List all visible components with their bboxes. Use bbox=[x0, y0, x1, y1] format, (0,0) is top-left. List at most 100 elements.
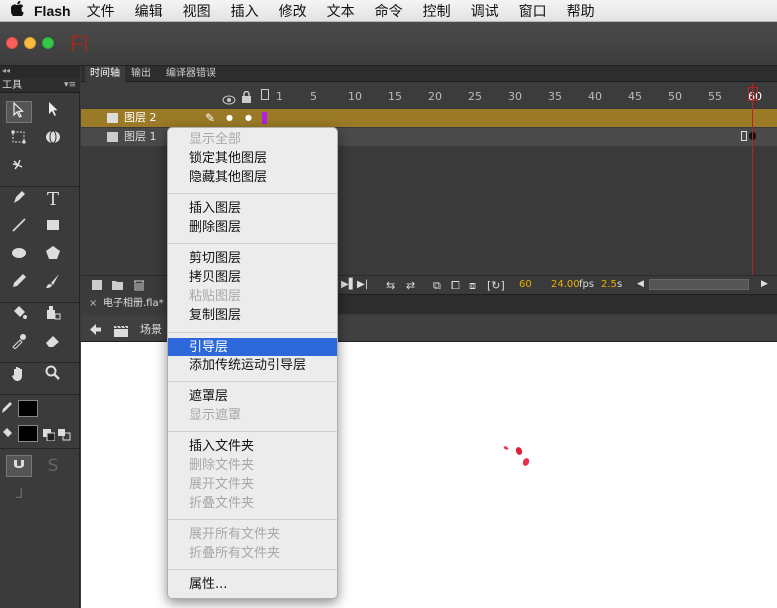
eraser-tool-icon[interactable] bbox=[40, 333, 66, 355]
new-folder-icon[interactable] bbox=[111, 279, 124, 294]
zoom-window-button[interactable] bbox=[42, 37, 54, 49]
menu-item-show-masking[interactable]: 显示遮罩 bbox=[189, 406, 241, 425]
black-white-icon[interactable] bbox=[43, 426, 56, 442]
back-arrow-icon[interactable] bbox=[89, 321, 102, 340]
elapsed-time-value[interactable]: 2.5 bbox=[601, 279, 617, 290]
scene-label[interactable]: 场景 bbox=[140, 321, 162, 337]
scroll-right-icon[interactable]: ▶ bbox=[761, 279, 768, 289]
document-tab[interactable]: × 电子相册.fla* bbox=[81, 294, 168, 314]
menu-item-show-all[interactable]: 显示全部 bbox=[189, 130, 241, 149]
menu-window[interactable]: 窗口 bbox=[519, 1, 547, 21]
menu-item-insert-folder[interactable]: 插入文件夹 bbox=[189, 437, 254, 456]
minimize-window-button[interactable] bbox=[24, 37, 36, 49]
tab-output[interactable]: 输出 bbox=[126, 66, 156, 82]
playhead[interactable] bbox=[752, 83, 753, 278]
layer-name[interactable]: 图层 2 bbox=[124, 109, 157, 127]
menu-item-delete-layer[interactable]: 删除图层 bbox=[189, 218, 241, 237]
layer-row-2[interactable]: 图层 2 ✎ ● ● bbox=[81, 109, 777, 127]
panel-menu-icon[interactable]: ▾≡ bbox=[64, 78, 76, 93]
tools-panel-grip[interactable]: ◂◂ bbox=[0, 66, 80, 78]
menu-item-insert-layer[interactable]: 插入图层 bbox=[189, 199, 241, 218]
menu-item-collapse-folder[interactable]: 折叠文件夹 bbox=[189, 494, 254, 513]
eyedropper-tool-icon[interactable] bbox=[6, 333, 32, 355]
fps-value[interactable]: 24.00 bbox=[551, 279, 580, 290]
polystar-tool-icon[interactable] bbox=[40, 245, 66, 267]
oval-tool-icon[interactable] bbox=[6, 245, 32, 267]
menu-item-mask[interactable]: 遮罩层 bbox=[189, 387, 228, 406]
zoom-tool-icon[interactable] bbox=[40, 365, 66, 387]
layer-name[interactable]: 图层 1 bbox=[124, 128, 157, 146]
app-name-menu[interactable]: Flash bbox=[34, 3, 71, 19]
apple-menu-icon[interactable] bbox=[0, 0, 34, 20]
menu-item-duplicate-layers[interactable]: 复制图层 bbox=[189, 306, 241, 325]
subselection-tool-icon[interactable] bbox=[40, 101, 66, 123]
menu-item-cut-layers[interactable]: 剪切图层 bbox=[189, 249, 241, 268]
visibility-dot-icon[interactable]: ● bbox=[226, 109, 233, 127]
close-window-button[interactable] bbox=[6, 37, 18, 49]
line-tool-icon[interactable] bbox=[6, 217, 32, 239]
menu-item-guide[interactable]: 引导层 bbox=[189, 338, 228, 357]
keyframe-marker[interactable] bbox=[741, 131, 747, 141]
edit-multiple-frames-icon[interactable]: ⧈ bbox=[469, 279, 476, 293]
play-icon[interactable]: ▶▌ bbox=[341, 279, 356, 290]
straighten-icon[interactable]: ᒧ bbox=[6, 483, 32, 505]
center-frame-icon[interactable]: ⇆ bbox=[386, 279, 395, 292]
menu-item-paste-layers[interactable]: 粘贴图层 bbox=[189, 287, 241, 306]
text-tool-icon[interactable]: T bbox=[40, 189, 66, 211]
smooth-icon[interactable]: S bbox=[40, 455, 66, 477]
fill-color-swatch[interactable] bbox=[18, 425, 38, 442]
menu-text[interactable]: 文本 bbox=[327, 1, 355, 21]
pencil-tool-icon[interactable] bbox=[6, 273, 32, 295]
menu-view[interactable]: 视图 bbox=[183, 1, 211, 21]
onion-skin-icon[interactable]: ⧉ bbox=[433, 279, 441, 293]
menu-item-expand-all-folders[interactable]: 展开所有文件夹 bbox=[189, 525, 280, 544]
menu-control[interactable]: 控制 bbox=[423, 1, 451, 21]
new-layer-icon[interactable] bbox=[91, 279, 103, 294]
timeline-scrollbar[interactable] bbox=[649, 279, 749, 290]
menu-item-add-motion-guide[interactable]: 添加传统运动引导层 bbox=[189, 356, 306, 375]
stroke-color-swatch[interactable] bbox=[18, 400, 38, 417]
menu-modify[interactable]: 修改 bbox=[279, 1, 307, 21]
menu-insert[interactable]: 插入 bbox=[231, 1, 259, 21]
rectangle-tool-icon[interactable] bbox=[40, 217, 66, 239]
current-frame-value[interactable]: 60 bbox=[519, 279, 532, 290]
loop-icon[interactable]: ⇄ bbox=[406, 279, 415, 292]
tab-timeline[interactable]: 时间轴 bbox=[85, 66, 125, 82]
tab-compiler-errors[interactable]: 编译器错误 bbox=[161, 66, 221, 82]
lasso-tool-icon[interactable] bbox=[6, 157, 32, 179]
close-tab-icon[interactable]: × bbox=[89, 294, 97, 314]
menu-file[interactable]: 文件 bbox=[87, 1, 115, 21]
menu-item-expand-folder[interactable]: 展开文件夹 bbox=[189, 475, 254, 494]
ink-bottle-tool-icon[interactable] bbox=[40, 305, 66, 327]
3d-rotation-tool-icon[interactable] bbox=[40, 129, 66, 151]
free-transform-tool-icon[interactable] bbox=[6, 129, 32, 151]
swap-colors-icon[interactable] bbox=[58, 426, 72, 441]
collapse-icon[interactable]: ◂◂ bbox=[2, 66, 10, 75]
menu-item-copy-layers[interactable]: 拷贝图层 bbox=[189, 268, 241, 287]
modify-markers-icon[interactable]: [↻] bbox=[487, 279, 505, 292]
lock-dot-icon[interactable]: ● bbox=[245, 109, 252, 127]
selection-tool-icon[interactable] bbox=[6, 101, 32, 123]
menu-edit[interactable]: 编辑 bbox=[135, 1, 163, 21]
menu-item-lock-others[interactable]: 锁定其他图层 bbox=[189, 149, 267, 168]
menu-commands[interactable]: 命令 bbox=[375, 1, 403, 21]
brush-tool-icon[interactable] bbox=[40, 273, 66, 295]
menu-item-collapse-all-folders[interactable]: 折叠所有文件夹 bbox=[189, 544, 280, 563]
menu-item-delete-folder[interactable]: 删除文件夹 bbox=[189, 456, 254, 475]
menu-debug[interactable]: 调试 bbox=[471, 1, 499, 21]
playhead-handle[interactable] bbox=[748, 87, 758, 101]
menu-item-hide-others[interactable]: 隐藏其他图层 bbox=[189, 168, 267, 187]
paint-bucket-tool-icon[interactable] bbox=[6, 305, 32, 327]
hand-tool-icon[interactable] bbox=[6, 365, 32, 387]
menu-help[interactable]: 帮助 bbox=[567, 1, 595, 21]
outline-all-icon[interactable] bbox=[261, 89, 269, 100]
document-tab-title[interactable]: 电子相册.fla* bbox=[103, 294, 164, 314]
onion-skin-outlines-icon[interactable]: ⧠ bbox=[451, 279, 460, 293]
menu-item-properties[interactable]: 属性... bbox=[189, 575, 227, 594]
scroll-left-icon[interactable]: ◀ bbox=[637, 279, 644, 289]
lock-all-icon[interactable] bbox=[241, 88, 252, 107]
trash-icon[interactable] bbox=[133, 278, 145, 294]
outline-color-swatch[interactable] bbox=[262, 112, 267, 124]
last-frame-icon[interactable]: ▶| bbox=[357, 279, 368, 290]
pen-tool-icon[interactable] bbox=[6, 189, 32, 211]
